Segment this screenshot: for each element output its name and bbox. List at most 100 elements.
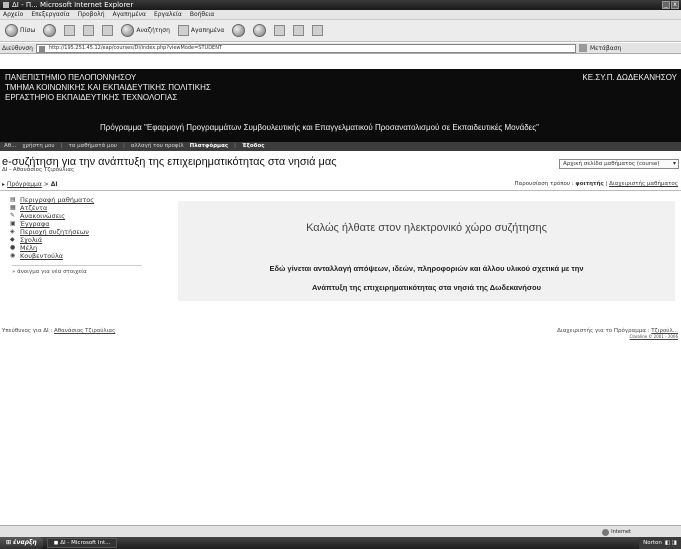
view-mode-switch: Παρουσίαση τρόπου : φοιτητής | Διαχειρισ… <box>514 181 678 187</box>
ie-icon <box>3 2 9 8</box>
sidebar-item-comments[interactable]: ◆ Σχολιά <box>10 236 148 244</box>
welcome-title: Καλώς ήλθατε στον ηλεκτρονικό χώρο συζήτ… <box>306 222 547 234</box>
course-tools-sidebar: ▤ Περιγραφή μαθήματος ▦ Ατζέντα ✎ Ανακοινώσ… <box>10 196 148 275</box>
back-button[interactable]: Πίσω <box>3 23 37 39</box>
institution-line-3: ΕΡΓΑΣΤΗΡΙΟ ΕΚΠΑΙΔΕΥΤΙΚΗΣ ΤΕΧΝΟΛΟΓΙΑΣ <box>5 93 178 102</box>
menu-favorites[interactable]: Αγαπημένα <box>113 10 146 19</box>
welcome-text-line-1: Εδώ γίνεται ανταλλαγή απόψεων, ιδεών, πλ… <box>269 264 584 273</box>
taskbar-ie-window[interactable]: ◼ ΔΙ - Microsoft Int... <box>46 538 118 548</box>
menu-help[interactable]: Βοήθεια <box>190 10 215 19</box>
menu-tools[interactable]: Εργαλεία <box>154 10 182 19</box>
browser-toolbar: Πίσω Αναζήτηση Αγαπημένα <box>0 20 681 42</box>
course-tool-select[interactable]: Αρχική σελίδα μαθήματος (course) <box>559 159 679 169</box>
edit-button[interactable] <box>310 23 325 39</box>
system-tray: Norton ◧ ◨ <box>639 537 681 549</box>
print-icon <box>293 25 305 36</box>
view-mode-admin[interactable]: Διαχειριστής μαθήματος <box>609 181 678 187</box>
footer-course-manager: Υπεύθυνος για ΔΙ : Αθανάσιος Τζιρούλιας <box>2 328 116 334</box>
print-button[interactable] <box>291 23 306 39</box>
stop-button[interactable] <box>62 23 77 39</box>
forum-icon: ◈ <box>10 228 15 235</box>
address-url: http://195.251.45.12/eap/courses/DI/inde… <box>48 44 223 51</box>
page-icon <box>38 45 45 52</box>
welcome-panel: Καλώς ήλθατε στον ηλεκτρονικό χώρο συζήτ… <box>178 201 675 301</box>
menu-view[interactable]: Προβολή <box>78 10 105 19</box>
course-subtitle: ΔΙ - Αθανάσιος Τζιρούλιας <box>2 167 75 173</box>
breadcrumb-current: ΔΙ <box>50 181 58 188</box>
claroline-credit-link[interactable]: Claroline © 2001 - 2006 <box>557 334 678 339</box>
edit-icon <box>312 25 324 36</box>
home-button[interactable] <box>100 23 115 39</box>
sidebar-item-members[interactable]: ● Μέλη <box>10 244 148 252</box>
divider <box>0 190 681 191</box>
sidebar-item-announcements[interactable]: ✎ Ανακοινώσεις <box>10 212 148 220</box>
mail-button[interactable] <box>272 23 287 39</box>
go-arrow-icon[interactable] <box>578 44 587 52</box>
announcement-icon: ✎ <box>10 212 16 219</box>
institution-line-1: ΠΑΝΕΠΙΣΤΗΜΙΟ ΠΕΛΟΠΟΝΝΗΣΟΥ <box>5 73 137 82</box>
star-icon <box>177 25 189 36</box>
sidebar-item-documents[interactable]: ▣ Έγγραφα <box>10 220 148 228</box>
address-bar: Διεύθυνση http://195.251.45.12/eap/cours… <box>0 43 681 54</box>
institution-line-2: ΤΜΗΜΑ ΚΟΙΝΩΝΙΚΗΣ ΚΑΙ ΕΚΠΑΙΔΕΥΤΙΚΗΣ ΠΟΛΙΤ… <box>5 83 211 92</box>
close-button[interactable]: x <box>671 1 679 9</box>
search-button[interactable]: Αναζήτηση <box>119 23 172 39</box>
menu-file[interactable]: Αρχείο <box>3 10 23 19</box>
nav-item-platform[interactable]: Πλατφόρμας <box>190 142 228 151</box>
institution-block: ΠΑΝΕΠΙΣΤΗΜΙΟ ΠΕΛΟΠΟΝΝΗΣΟΥ ΤΜΗΜΑ ΚΟΙΝΩΝΙΚ… <box>5 73 211 103</box>
windows-logo-icon: ⊞ <box>6 539 12 546</box>
stop-icon <box>64 25 76 36</box>
sidebar-item-forums[interactable]: ◈ Περιοχή συζητήσεων <box>10 228 148 236</box>
mail-icon <box>274 25 286 36</box>
course-manager-link[interactable]: Αθανάσιος Τζιρούλιας <box>54 328 115 334</box>
forward-arrow-icon <box>43 24 57 37</box>
norton-tray-label[interactable]: Norton <box>643 537 662 549</box>
forward-button[interactable] <box>41 23 58 39</box>
menu-edit[interactable]: Επεξεργασία <box>31 10 69 19</box>
minimize-button[interactable]: _ <box>662 1 670 9</box>
nav-item-my-courses[interactable]: τα μαθήματά μου <box>68 142 117 151</box>
description-icon: ▤ <box>10 196 16 203</box>
users-icon: ● <box>10 244 16 251</box>
start-button[interactable]: ⊞ έναρξη <box>0 537 43 549</box>
sidebar-new-items-link[interactable]: » άνοιγμα για νέα στοιχεία <box>10 269 148 275</box>
sidebar-item-course-description[interactable]: ▤ Περιγραφή μαθήματος <box>10 196 148 204</box>
home-icon <box>102 25 114 36</box>
tray-icons: ◧ ◨ <box>664 540 677 546</box>
view-mode-student[interactable]: φοιτητής <box>575 181 603 187</box>
nav-item-profile-home[interactable]: χρήστη μου <box>22 142 54 151</box>
nav-user[interactable]: Αθ... <box>4 142 16 151</box>
sidebar-item-chat[interactable]: ◉ Κουβεντούλα <box>10 252 148 260</box>
page-content: ΠΑΝΕΠΙΣΤΗΜΙΟ ΠΕΛΟΠΟΝΝΗΣΟΥ ΤΜΗΜΑ ΚΟΙΝΩΝΙΚ… <box>0 55 681 520</box>
sidebar-item-agenda[interactable]: ▦ Ατζέντα <box>10 204 148 212</box>
refresh-button[interactable] <box>81 23 96 39</box>
breadcrumb-home[interactable]: Πρόγραμμα <box>7 181 42 188</box>
program-title: Πρόγραμμα "Εφαρμογή Προγραμμάτων Συμβουλ… <box>100 123 539 132</box>
footer-platform-admin: Διαχειριστής για το Πρόγραμμα : Τζιρούλ.… <box>557 328 678 339</box>
go-button[interactable]: Μετάβαση <box>590 45 621 52</box>
history-button[interactable] <box>251 23 268 39</box>
address-label: Διεύθυνση <box>2 44 33 52</box>
breadcrumb: ▸ Πρόγραμμα > ΔΙ <box>2 181 58 188</box>
address-input[interactable]: http://195.251.45.12/eap/courses/DI/inde… <box>35 43 576 53</box>
refresh-icon <box>83 25 95 36</box>
media-button[interactable] <box>230 23 247 39</box>
site-banner: ΠΑΝΕΠΙΣΤΗΜΙΟ ΠΕΛΟΠΟΝΝΗΣΟΥ ΤΜΗΜΑ ΚΟΙΝΩΝΙΚ… <box>0 69 681 151</box>
welcome-text-line-2: Ανάπτυξη της επιχειρηματικότητας στα νησ… <box>312 283 541 292</box>
window-controls: _ x <box>662 1 679 9</box>
media-icon <box>232 24 246 37</box>
nav-item-logout[interactable]: Έξοδος <box>242 142 265 151</box>
back-arrow-icon <box>5 24 18 37</box>
user-nav-strip: Αθ... χρήστη μου | τα μαθήματά μου | αλλ… <box>0 142 681 151</box>
favorites-button[interactable]: Αγαπημένα <box>176 23 226 39</box>
status-bar: Internet <box>0 525 681 537</box>
sidebar-divider <box>12 265 142 266</box>
nav-item-edit-profile[interactable]: αλλαγή του προφίλ <box>131 142 184 151</box>
window-title: ΔΙ - Π... Microsoft Internet Explorer <box>12 1 134 9</box>
menu-bar: Αρχείο Επεξεργασία Προβολή Αγαπημένα Εργ… <box>0 10 681 20</box>
banner-right-title: ΚΕ.ΣΥ.Π. ΔΩΔΕΚΑΝΗΣΟΥ <box>582 73 677 82</box>
chat-icon: ◉ <box>10 252 16 259</box>
window-title-bar: ΔΙ - Π... Microsoft Internet Explorer _ … <box>0 0 681 10</box>
documents-icon: ▣ <box>10 220 16 227</box>
history-icon <box>253 24 267 37</box>
